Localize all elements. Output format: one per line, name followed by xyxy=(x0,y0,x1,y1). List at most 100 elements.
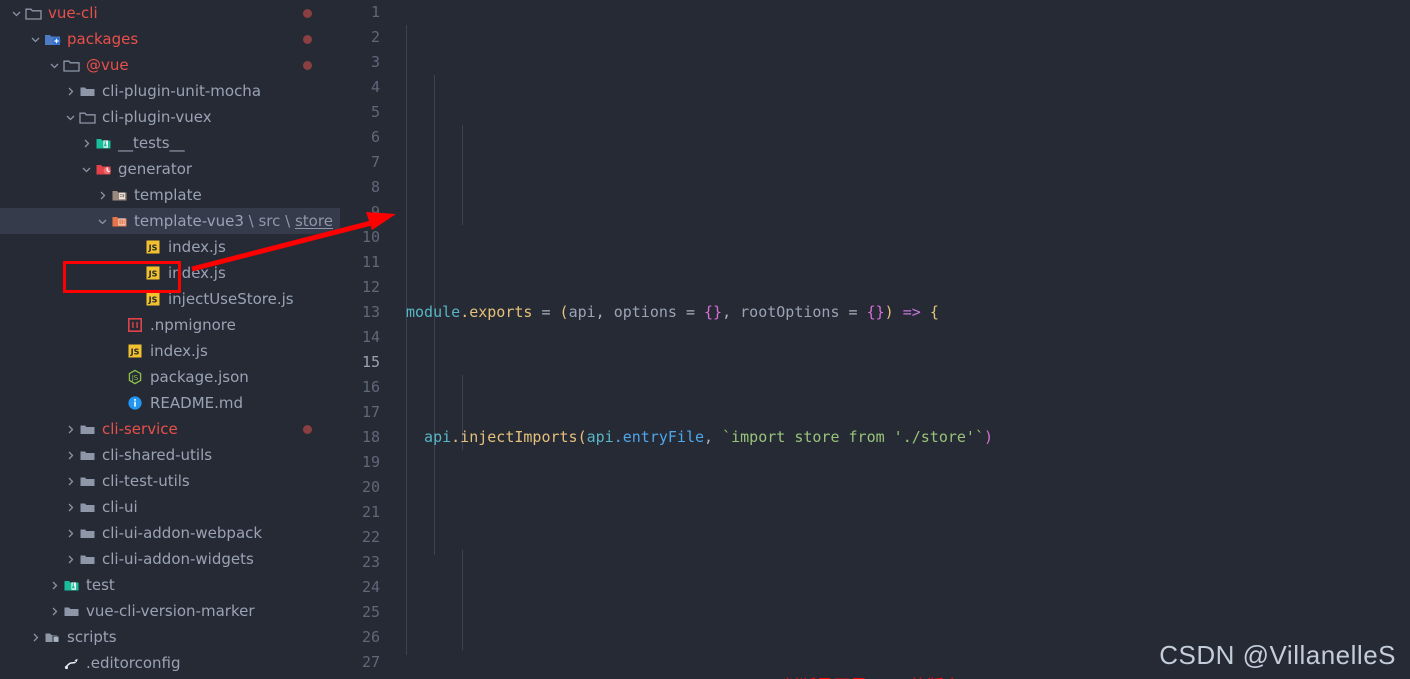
tree-row[interactable]: template xyxy=(0,182,340,208)
watermark-text: CSDN @VillanelleS xyxy=(1159,640,1396,670)
chevron-right-icon[interactable] xyxy=(62,476,78,487)
tree-row[interactable]: generator xyxy=(0,156,340,182)
tree-row[interactable]: __tests__ xyxy=(0,130,340,156)
token: .exports xyxy=(460,303,533,321)
chevron-right-icon[interactable] xyxy=(46,606,62,617)
tree-row[interactable]: JS package.json xyxy=(0,364,340,390)
tree-item-label: template xyxy=(134,186,202,204)
json-file-icon: JS xyxy=(126,368,144,386)
chevron-right-icon[interactable] xyxy=(27,632,43,643)
tree-row[interactable]: JS index.js xyxy=(0,234,340,260)
tree-row[interactable]: JS injectUseStore.js xyxy=(0,286,340,312)
tree-row-highlighted[interactable]: JS index.js xyxy=(0,260,340,286)
readme-info-icon xyxy=(126,394,144,412)
ide-window: vue-cli packages @vue cli-plugin-unit-mo… xyxy=(0,0,1410,679)
tree-row[interactable]: cli-shared-utils xyxy=(0,442,340,468)
chevron-right-icon[interactable] xyxy=(62,502,78,513)
line-number: 16 xyxy=(361,378,380,396)
token: => xyxy=(893,303,930,321)
line-number: 22 xyxy=(361,528,380,546)
tree-item-label: README.md xyxy=(150,394,244,412)
chevron-right-icon[interactable] xyxy=(62,424,78,435)
tree-item-label: cli-ui-addon-webpack xyxy=(102,524,263,542)
line-number: 24 xyxy=(361,578,380,596)
chevron-right-icon[interactable] xyxy=(62,450,78,461)
template-folder-icon xyxy=(110,186,128,204)
line-number-current: 15 xyxy=(361,353,380,371)
line-number: 26 xyxy=(361,628,380,646)
tree-row[interactable]: .npmignore xyxy=(0,312,340,338)
test-folder-icon xyxy=(94,134,112,152)
token: api xyxy=(406,428,452,446)
token: , xyxy=(722,303,741,321)
tree-item-subpath-src: src xyxy=(258,212,281,230)
chevron-right-icon[interactable] xyxy=(46,580,62,591)
js-file-icon: JS xyxy=(144,290,162,308)
tree-row[interactable]: test xyxy=(0,572,340,598)
token: .entryFile xyxy=(613,428,705,446)
tree-item-label: test xyxy=(86,576,115,594)
tree-row[interactable]: vue-cli xyxy=(0,0,340,26)
chevron-right-icon[interactable] xyxy=(78,138,94,149)
tree-row[interactable]: cli-plugin-vuex xyxy=(0,104,340,130)
tree-row[interactable]: cli-ui-addon-webpack xyxy=(0,520,340,546)
tree-row[interactable]: vue-cli-version-marker xyxy=(0,598,340,624)
chevron-right-icon[interactable] xyxy=(62,554,78,565)
token: , xyxy=(704,428,723,446)
code-line[interactable]: api.injectImports(api.entryFile, `import… xyxy=(406,425,1410,450)
chevron-right-icon[interactable] xyxy=(94,190,110,201)
chevron-down-icon[interactable] xyxy=(8,8,24,19)
tree-row[interactable]: cli-test-utils xyxy=(0,468,340,494)
tree-item-label: __tests__ xyxy=(118,134,185,152)
tree-row[interactable]: cli-plugin-unit-mocha xyxy=(0,78,340,104)
chevron-down-icon[interactable] xyxy=(62,112,78,123)
token: .injectImports xyxy=(451,428,578,446)
folder-icon xyxy=(78,498,96,516)
project-tree-panel[interactable]: vue-cli packages @vue cli-plugin-unit-mo… xyxy=(0,0,340,679)
chevron-down-icon[interactable] xyxy=(94,216,110,227)
token: ( xyxy=(577,428,587,446)
code-line[interactable]: if (rootOptions.vueVersion === '3') {判断是… xyxy=(406,675,1410,679)
code-editor[interactable]: 1 2 3 4 5 6 7 8 9 10 11 12 13 14 15 16 1… xyxy=(340,0,1410,679)
tree-row[interactable]: scripts xyxy=(0,624,340,650)
tree-row[interactable]: README.md xyxy=(0,390,340,416)
token: options xyxy=(613,303,677,321)
token: = xyxy=(676,303,705,321)
tree-item-label: cli-plugin-vuex xyxy=(102,108,212,126)
tree-row[interactable]: @vue xyxy=(0,52,340,78)
npmignore-file-icon xyxy=(126,316,144,334)
editorconfig-file-icon xyxy=(62,654,80,672)
line-number: 27 xyxy=(361,653,380,671)
tree-row[interactable]: cli-ui xyxy=(0,494,340,520)
tree-row[interactable]: .editorconfig xyxy=(0,650,340,676)
path-separator: \ xyxy=(243,212,259,230)
svg-text:JS: JS xyxy=(148,270,158,279)
token: ( xyxy=(559,303,569,321)
tree-row[interactable]: cli-service xyxy=(0,416,340,442)
line-number: 13 xyxy=(361,303,380,321)
tree-item-label: .npmignore xyxy=(150,316,236,334)
indent-guide xyxy=(462,125,463,225)
code-line[interactable]: module.exports = (api, options = {}, roo… xyxy=(406,300,1410,325)
tree-row[interactable]: cli-ui-addon-widgets xyxy=(0,546,340,572)
code-line-blank[interactable] xyxy=(406,550,1410,575)
chevron-right-icon[interactable] xyxy=(62,528,78,539)
chevron-down-icon[interactable] xyxy=(27,34,43,45)
line-number-gutter: 1 2 3 4 5 6 7 8 9 10 11 12 13 14 15 16 1… xyxy=(340,0,388,679)
folder-icon xyxy=(78,446,96,464)
token: module xyxy=(406,303,461,321)
line-number: 6 xyxy=(370,128,380,146)
tree-row[interactable]: JS index.js xyxy=(0,338,340,364)
tree-item-label: @vue xyxy=(86,56,129,74)
tree-row[interactable]: packages xyxy=(0,26,340,52)
folder-open-icon xyxy=(24,4,42,22)
code-text-area[interactable]: module.exports = (api, options = {}, roo… xyxy=(388,0,1410,679)
tree-row-selected[interactable]: template-vue3 \ src \ store xyxy=(0,208,340,234)
tree-item-label: .editorconfig xyxy=(86,654,181,672)
svg-text:JS: JS xyxy=(131,374,139,382)
chevron-right-icon[interactable] xyxy=(62,86,78,97)
chevron-down-icon[interactable] xyxy=(46,60,62,71)
folder-icon xyxy=(78,420,96,438)
indent-guide xyxy=(434,75,435,325)
chevron-down-icon[interactable] xyxy=(78,164,94,175)
